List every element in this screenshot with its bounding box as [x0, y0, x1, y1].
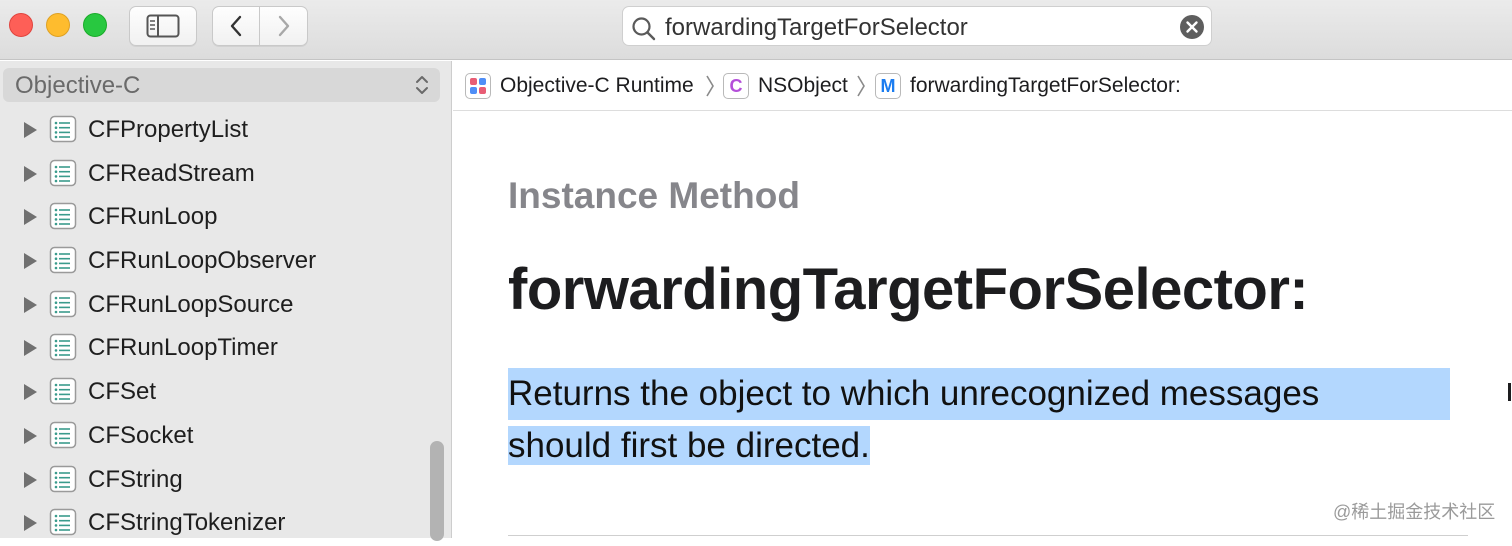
language-label: Objective-C: [15, 72, 141, 99]
disclosure-triangle-icon[interactable]: [24, 515, 37, 532]
tree-item[interactable]: CFRunLoopSource: [0, 284, 430, 328]
article-icon: [49, 246, 77, 274]
tree-item[interactable]: CFString: [0, 459, 430, 503]
breadcrumb-item-method[interactable]: M forwardingTargetForSelector:: [875, 61, 1181, 111]
disclosure-triangle-icon[interactable]: [24, 253, 37, 270]
watermark: @稀土掘金技术社区: [1333, 502, 1496, 522]
up-down-chevron-icon: [416, 76, 428, 94]
tree-item-label: CFRunLoopSource: [88, 290, 294, 318]
article-icon: [49, 508, 77, 536]
tree-item[interactable]: CFPropertyList: [0, 109, 430, 153]
search-field[interactable]: forwardingTargetForSelector: [622, 6, 1212, 46]
toggle-sidebar-button[interactable]: [129, 6, 197, 46]
article-icon: [49, 421, 77, 449]
breadcrumb-item-framework[interactable]: Objective-C Runtime: [465, 61, 694, 111]
sidebar-scrollbar[interactable]: [430, 441, 444, 541]
disclosure-triangle-icon[interactable]: [24, 471, 37, 488]
tree-item[interactable]: CFRunLoopObserver: [0, 240, 430, 284]
breadcrumb-label: NSObject: [758, 74, 848, 97]
navigator-tree: CFPropertyList CFReadStream CFRunLoop CF…: [0, 109, 430, 546]
article-icon: [49, 465, 77, 492]
abstract-text: Returns the object to which unrecognized…: [508, 368, 1450, 472]
abstract-line: should first be directed.: [508, 426, 870, 465]
disclosure-triangle-icon[interactable]: [24, 427, 37, 444]
sidebar: Objective-C CFPropertyList CFReadStream …: [0, 61, 452, 541]
tree-item-label: CFPropertyList: [88, 116, 249, 143]
edge-glyph: [1508, 383, 1511, 401]
back-button[interactable]: [212, 6, 260, 46]
tree-item[interactable]: CFSocket: [0, 415, 430, 459]
tree-item-label: CFStringTokenizer: [88, 509, 286, 537]
search-input[interactable]: forwardingTargetForSelector: [665, 14, 968, 42]
sidebar-icon: [146, 14, 180, 38]
tree-item-label: CFRunLoop: [88, 203, 218, 231]
section-divider: [508, 535, 1468, 536]
class-icon: C: [723, 73, 749, 99]
disclosure-triangle-icon[interactable]: [24, 384, 37, 401]
article-icon: [49, 203, 77, 230]
tree-item[interactable]: CFSet: [0, 371, 430, 415]
method-icon: M: [875, 73, 901, 99]
framework-icon: [465, 73, 491, 99]
forward-button[interactable]: [260, 6, 308, 46]
tree-item-label: CFRunLoopObserver: [88, 247, 317, 275]
tree-item-label: CFReadStream: [88, 159, 255, 187]
chevron-left-icon: [230, 15, 242, 37]
language-selector[interactable]: Objective-C: [3, 68, 440, 102]
disclosure-triangle-icon[interactable]: [24, 122, 37, 138]
symbol-kind-label: Instance Method: [508, 175, 800, 216]
documentation-content: Objective-C Runtime C NSObject M forward…: [453, 61, 1512, 538]
disclosure-triangle-icon[interactable]: [24, 209, 37, 226]
search-icon: [632, 17, 656, 41]
tree-item[interactable]: CFStringTokenizer: [0, 502, 430, 546]
article-icon: [49, 290, 77, 317]
breadcrumb: Objective-C Runtime C NSObject M forward…: [453, 61, 1512, 111]
tree-item[interactable]: CFRunLoopTimer: [0, 327, 430, 371]
tree-item-label: CFRunLoopTimer: [88, 334, 278, 362]
tree-item-label: CFSocket: [88, 421, 194, 449]
abstract-line: Returns the object to which unrecognized…: [508, 368, 1450, 420]
minimize-window-button[interactable]: [46, 13, 70, 37]
tree-item[interactable]: CFReadStream: [0, 153, 430, 197]
breadcrumb-separator-icon: [706, 75, 714, 97]
breadcrumb-separator-icon: [857, 75, 865, 97]
breadcrumb-label: Objective-C Runtime: [500, 74, 694, 97]
article-icon: [49, 159, 77, 186]
article-icon: [49, 377, 77, 405]
tree-item-label: CFSet: [88, 378, 157, 406]
close-window-button[interactable]: [9, 13, 33, 37]
zoom-window-button[interactable]: [83, 13, 107, 37]
disclosure-triangle-icon[interactable]: [24, 165, 37, 182]
disclosure-triangle-icon[interactable]: [24, 296, 37, 313]
clear-search-icon[interactable]: [1179, 14, 1205, 40]
chevron-right-icon: [278, 15, 289, 37]
tree-item[interactable]: CFRunLoop: [0, 196, 430, 240]
tree-item-label: CFString: [88, 465, 183, 493]
article-icon: [49, 115, 77, 143]
page-title: forwardingTargetForSelector:: [508, 257, 1309, 322]
breadcrumb-item-class[interactable]: C NSObject: [723, 61, 848, 111]
disclosure-triangle-icon[interactable]: [24, 340, 37, 357]
breadcrumb-label: forwardingTargetForSelector:: [910, 74, 1181, 97]
article-icon: [49, 334, 77, 361]
window-toolbar: forwardingTargetForSelector: [0, 0, 1512, 60]
